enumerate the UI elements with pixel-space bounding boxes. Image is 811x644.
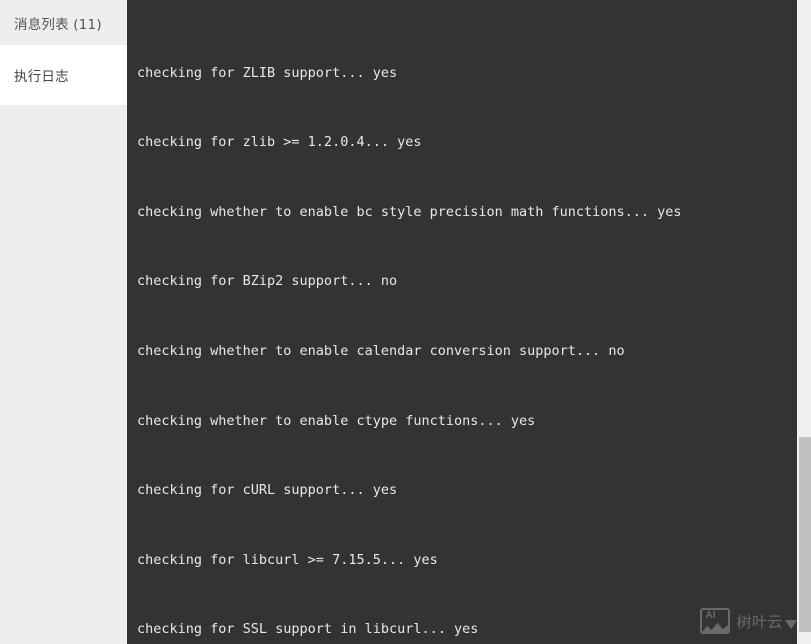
terminal-line: checking for SSL support in libcurl... y… xyxy=(137,621,479,638)
terminal-line: checking for zlib >= 1.2.0.4... yes xyxy=(137,134,422,151)
sidebar-item-label: 执行日志 xyxy=(14,69,69,85)
terminal-line: checking whether to enable ctype functio… xyxy=(137,412,536,429)
sidebar-item-label: 消息列表 (11) xyxy=(14,16,102,33)
vertical-scrollbar-thumb[interactable] xyxy=(799,437,811,632)
sidebar-item-list: 消息列表 (11) 执行日志 xyxy=(0,0,127,644)
sidebar: 消息列表 (11) 执行日志 xyxy=(0,0,127,644)
sidebar-empty-area xyxy=(0,105,127,644)
terminal-line: checking for libcurl >= 7.15.5... yes xyxy=(137,551,438,568)
terminal-line: checking for cURL support... yes xyxy=(137,482,398,499)
app-window: 消息列表 (11) 执行日志 checking for ZLIB support… xyxy=(0,0,811,644)
sidebar-item-message-list[interactable]: 消息列表 (11) xyxy=(0,0,127,45)
log-panel: checking for ZLIB support... yes checkin… xyxy=(127,0,811,644)
vertical-scrollbar-track[interactable] xyxy=(797,0,811,644)
terminal-line: checking whether to enable bc style prec… xyxy=(137,203,682,220)
terminal-line: checking whether to enable calendar conv… xyxy=(137,342,625,359)
terminal-line: checking for ZLIB support... yes xyxy=(137,64,398,81)
terminal-line-container: checking for ZLIB support... yes checkin… xyxy=(137,0,797,644)
terminal-output[interactable]: checking for ZLIB support... yes checkin… xyxy=(127,0,797,644)
sidebar-item-execution-log[interactable]: 执行日志 xyxy=(0,45,127,105)
terminal-line: checking for BZip2 support... no xyxy=(137,273,398,290)
